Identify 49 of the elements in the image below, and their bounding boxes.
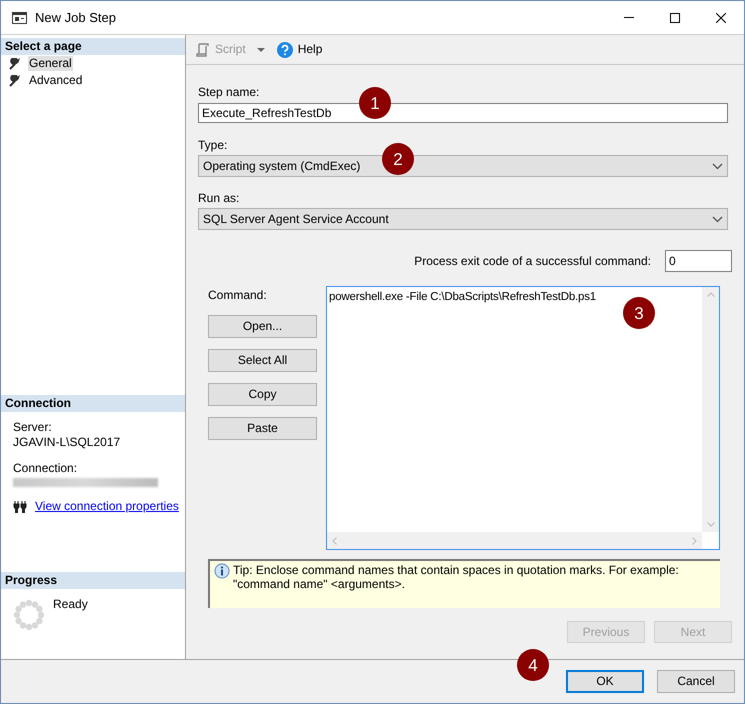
tip-text: Tip: Enclose command names that contain spaces in quotation marks. For example: "command name" <arguments>. bbox=[233, 563, 680, 593]
command-action-button[interactable]: Open... bbox=[208, 315, 317, 338]
page-item[interactable]: General bbox=[28, 56, 73, 71]
scroll-right-icon bbox=[692, 536, 697, 544]
close-icon bbox=[716, 12, 726, 22]
info-icon bbox=[214, 563, 230, 579]
plug-icon bbox=[13, 500, 27, 512]
field-label: Run as: bbox=[198, 191, 240, 206]
maximize-icon bbox=[670, 12, 680, 22]
field-label: Type: bbox=[198, 138, 228, 153]
minimize-icon bbox=[624, 17, 634, 18]
connection-label: Connection: bbox=[13, 461, 78, 476]
window-title: New Job Step bbox=[35, 10, 116, 25]
scroll-left-icon bbox=[332, 536, 337, 544]
dialog-button[interactable]: Cancel bbox=[657, 670, 735, 693]
field-label: Command: bbox=[208, 288, 268, 303]
scroll-up-icon bbox=[706, 292, 714, 297]
callout-badge: 4 bbox=[517, 649, 549, 681]
section-header: Progress bbox=[1, 572, 185, 589]
server-value: JGAVIN-L\SQL2017 bbox=[13, 435, 122, 450]
dropdown-arrow-icon bbox=[256, 48, 265, 52]
section-header: Select a page bbox=[1, 38, 185, 55]
progress-status: Ready bbox=[53, 597, 88, 613]
help-button[interactable]: Help bbox=[274, 38, 324, 60]
run-as-dropdown[interactable]: SQL Server Agent Service Account bbox=[198, 208, 728, 230]
vertical-scrollbar[interactable] bbox=[702, 287, 719, 532]
scroll-down-icon bbox=[706, 522, 714, 527]
script-icon bbox=[196, 42, 210, 56]
dialog-button[interactable]: OK bbox=[566, 670, 644, 693]
command-action-button[interactable]: Copy bbox=[208, 383, 317, 406]
horizontal-scrollbar[interactable] bbox=[327, 532, 702, 549]
callout-badge: 2 bbox=[382, 143, 414, 175]
chevron-down-icon bbox=[712, 162, 723, 170]
callout-badge: 1 bbox=[359, 87, 391, 119]
field-label: Process exit code of a successful command: bbox=[414, 254, 651, 268]
connection-properties-link[interactable]: View connection properties bbox=[35, 499, 179, 514]
spinner-icon bbox=[13, 599, 45, 631]
command-text: powershell.exe -File C:\DbaScripts\RefreshTestDb.ps1 bbox=[329, 291, 596, 303]
section-header: Connection bbox=[1, 395, 185, 412]
command-action-button[interactable]: Select All bbox=[208, 349, 317, 372]
help-icon bbox=[276, 42, 293, 58]
server-label: Server: bbox=[13, 420, 53, 435]
field-label: Step name: bbox=[198, 85, 260, 100]
chevron-down-icon bbox=[712, 216, 723, 222]
exit-code-field[interactable]: 0 bbox=[665, 250, 732, 272]
window-icon bbox=[12, 12, 27, 24]
command-action-button[interactable]: Paste bbox=[208, 417, 317, 440]
wrench-icon bbox=[9, 58, 21, 70]
wrench-icon bbox=[9, 74, 21, 86]
